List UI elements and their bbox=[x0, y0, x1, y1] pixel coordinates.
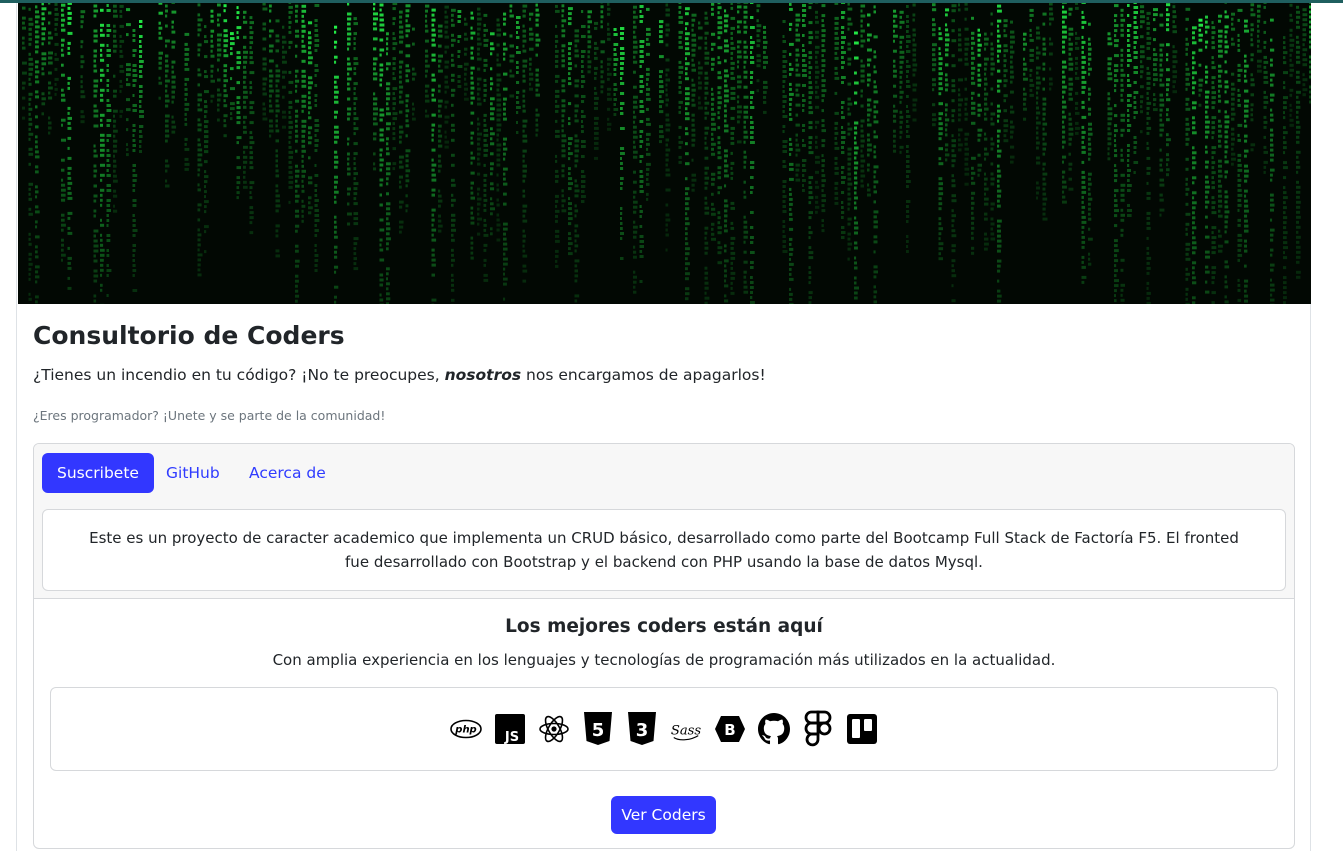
bootstrap-label: B bbox=[724, 721, 735, 739]
ver-coders-button[interactable]: Ver Coders bbox=[611, 796, 716, 834]
php-label: php bbox=[454, 725, 476, 736]
js-label: JS bbox=[504, 730, 519, 744]
javascript-icon: JS bbox=[494, 711, 526, 747]
page-title: Consultorio de Coders bbox=[33, 321, 345, 350]
css3-icon: 3 bbox=[626, 711, 658, 747]
html5-icon: 5 bbox=[582, 711, 614, 747]
lead-text: ¿Tienes un incendio en tu código? ¡No te… bbox=[33, 366, 766, 384]
trello-icon bbox=[846, 711, 878, 747]
php-icon: php bbox=[450, 711, 482, 747]
about-text: Este es un proyecto de caracter academic… bbox=[89, 529, 1239, 571]
tab-github[interactable]: GitHub bbox=[151, 453, 235, 493]
info-card: Suscribete GitHub Acerca de Este es un p… bbox=[33, 443, 1295, 849]
section-subtitle: Con amplia experiencia en los lenguajes … bbox=[272, 651, 1056, 669]
about-panel: Este es un proyecto de caracter academic… bbox=[42, 509, 1286, 591]
tab-suscribete[interactable]: Suscribete bbox=[42, 453, 154, 493]
css3-label: 3 bbox=[636, 720, 649, 741]
react-icon bbox=[538, 711, 570, 747]
hero-banner-image bbox=[18, 3, 1311, 304]
html5-label: 5 bbox=[592, 720, 605, 741]
sass-icon: Sass bbox=[670, 711, 702, 747]
page-container: Consultorio de Coders ¿Tienes un incendi… bbox=[16, 3, 1311, 851]
matrix-rain-graphic bbox=[22, 3, 1311, 304]
section-title: Los mejores coders están aquí bbox=[505, 616, 823, 637]
github-icon bbox=[758, 711, 790, 747]
tab-acerca-de[interactable]: Acerca de bbox=[234, 453, 341, 493]
lead-text-end: nos encargamos de apagarlos! bbox=[521, 366, 766, 384]
lead-emphasis: nosotros bbox=[444, 366, 522, 384]
tech-icons-panel: php JS 5 3 Sass B bbox=[50, 687, 1278, 771]
figma-icon bbox=[802, 710, 834, 747]
lead-text-start: ¿Tienes un incendio en tu código? ¡No te… bbox=[33, 366, 445, 384]
bootstrap-icon: B bbox=[714, 711, 746, 747]
card-header: Suscribete GitHub Acerca de Este es un p… bbox=[34, 444, 1294, 599]
join-community-text: ¿Eres programador? ¡Unete y se parte de … bbox=[33, 408, 386, 423]
